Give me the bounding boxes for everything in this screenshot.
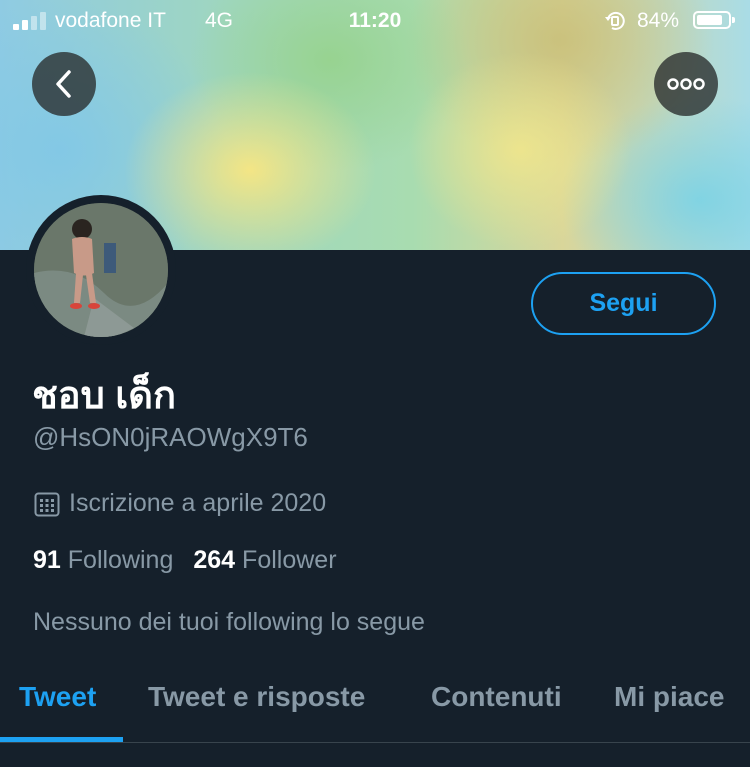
chevron-left-icon [56, 70, 71, 98]
avatar-photo [34, 203, 168, 337]
more-horizontal-icon [667, 78, 705, 90]
avatar[interactable] [26, 195, 176, 345]
user-handle: @HsON0jRAOWgX9T6 [33, 422, 308, 452]
mutual-followers-text: Nessuno dei tuoi following lo segue [33, 608, 425, 636]
back-button[interactable] [32, 52, 96, 116]
tabs-divider [0, 742, 750, 743]
display-name: ชอบ เด็ก [32, 375, 176, 417]
orientation-lock-icon [604, 11, 626, 37]
tab-tweet[interactable]: Tweet [19, 681, 96, 713]
followers-link[interactable]: 264 Follower [193, 546, 336, 574]
battery-icon [693, 11, 735, 29]
join-date-text: Iscrizione a aprile 2020 [69, 489, 327, 517]
tab-tweet-e-risposte[interactable]: Tweet e risposte [148, 681, 365, 713]
tab-mi-piace[interactable]: Mi piace [614, 681, 724, 713]
join-date: Iscrizione a aprile 2020 [33, 489, 326, 518]
calendar-icon [34, 492, 60, 516]
more-options-button[interactable] [654, 52, 718, 116]
status-bar: vodafone IT 4G 11:20 84% [0, 0, 750, 40]
following-count: 91 [33, 546, 61, 574]
following-link[interactable]: 91 Following [33, 546, 173, 574]
battery-percentage: 84% [637, 9, 680, 32]
tab-contenuti[interactable]: Contenuti [431, 681, 562, 713]
follower-label: Follower [242, 546, 337, 574]
follow-button[interactable]: Segui [531, 272, 716, 335]
follower-count: 264 [193, 546, 236, 574]
follow-counts: 91 Following 264 Follower [33, 546, 337, 575]
following-label: Following [67, 546, 174, 574]
